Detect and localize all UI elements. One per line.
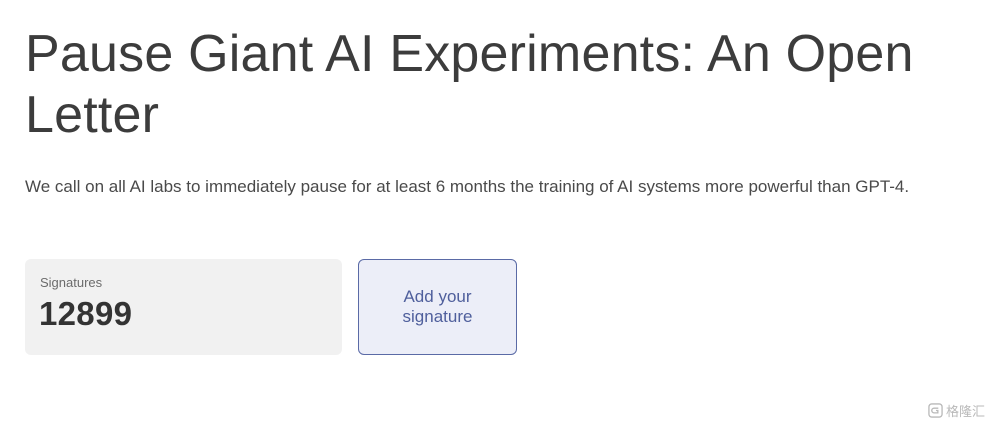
add-signature-button[interactable]: Add your signature: [358, 259, 517, 355]
add-signature-label: Add your signature: [402, 287, 473, 326]
watermark: 格隆汇: [928, 401, 985, 420]
signature-counter-card: Signatures 12899: [25, 259, 342, 355]
page-title: Pause Giant AI Experiments: An Open Lett…: [25, 25, 914, 144]
signatures-count: 12899: [39, 295, 133, 332]
g-logo-icon: [928, 403, 943, 418]
letter-intro: We call on all AI labs to immediately pa…: [25, 177, 910, 196]
signatures-label: Signatures: [40, 275, 103, 290]
watermark-text: 格隆汇: [946, 404, 986, 419]
